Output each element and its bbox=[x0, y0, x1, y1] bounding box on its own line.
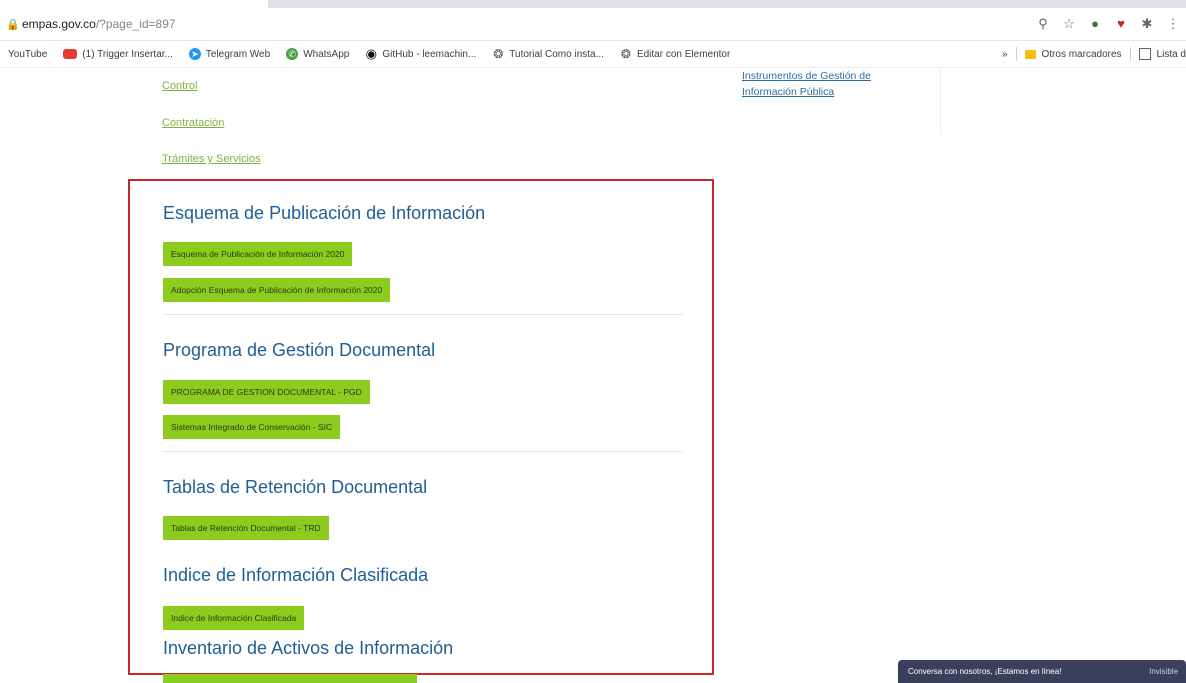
bookmark-label: (1) Trigger Insertar... bbox=[82, 48, 173, 60]
section-title-indice: Indice de Información Clasificada bbox=[163, 565, 429, 585]
lock-icon[interactable]: 🔒 bbox=[6, 18, 20, 31]
button-esquema-2020[interactable]: Esquema de Publicación de Información 20… bbox=[163, 242, 353, 266]
url-path: /?page_id=897 bbox=[95, 17, 176, 31]
divider bbox=[1129, 47, 1131, 61]
chat-status: Invisible bbox=[1149, 667, 1178, 676]
bookmark-label: Telegram Web bbox=[205, 48, 271, 60]
bookmark-telegram[interactable]: ➤ Telegram Web bbox=[188, 48, 271, 60]
link-control[interactable]: Control bbox=[162, 80, 197, 92]
button-indice-clasificada[interactable]: Indice de Información Clasificada bbox=[163, 606, 305, 630]
bookmark-label: Tutorial Como insta... bbox=[509, 48, 604, 60]
github-icon: ◉ bbox=[365, 46, 378, 61]
whatsapp-icon: ✆ bbox=[286, 48, 299, 60]
extension-icon[interactable]: ● bbox=[1082, 14, 1108, 34]
chat-widget[interactable]: Conversa con nosotros, ¡Estamos en línea… bbox=[898, 660, 1186, 683]
button-pgd[interactable]: PROGRAMA DE GESTION DOCUMENTAL - PGD bbox=[163, 380, 370, 404]
section-title-inventario: Inventario de Activos de Información bbox=[163, 638, 454, 658]
other-bookmarks-button[interactable]: Otros marcadores bbox=[1042, 49, 1122, 60]
bookmark-label: GitHub - leemachin... bbox=[382, 48, 477, 60]
bookmark-elementor[interactable]: ❂ Editar con Elementor bbox=[619, 47, 731, 61]
toolbar-icons: ⚲ ☆ ● ♥ ✱ ⋮ bbox=[1030, 14, 1186, 34]
section-title-tablas-retencion: Tablas de Retención Documental bbox=[163, 477, 428, 497]
puzzle-icon[interactable]: ✱ bbox=[1134, 14, 1160, 34]
section-title-gestion-documental: Programa de Gestión Documental bbox=[163, 340, 436, 360]
zoom-icon[interactable]: ⚲ bbox=[1030, 14, 1056, 34]
chrome-icon: ❂ bbox=[619, 47, 632, 61]
side-link-instrumentos[interactable]: Instrumentos de Gestión de bbox=[742, 70, 871, 82]
chrome-icon: ❂ bbox=[492, 47, 505, 61]
tab-strip bbox=[0, 0, 1186, 8]
address-bar[interactable]: 🔒 empas.gov.co/?page_id=897 ⚲ ☆ ● ♥ ✱ ⋮ bbox=[0, 8, 1186, 41]
reading-list-button[interactable]: Lista d bbox=[1157, 49, 1186, 60]
bookmarks-right: » Otros marcadores Lista d bbox=[1002, 41, 1186, 67]
button-sic[interactable]: Sistemas Integrado de Conservación - SIC bbox=[163, 415, 341, 439]
telegram-icon: ➤ bbox=[188, 48, 201, 60]
bookmark-youtube[interactable]: YouTube bbox=[8, 49, 47, 60]
bookmarks-bar: YouTube (1) Trigger Insertar... ➤ Telegr… bbox=[0, 41, 1186, 68]
bookmark-tutorial[interactable]: ❂ Tutorial Como insta... bbox=[492, 48, 604, 60]
bookmark-whatsapp[interactable]: ✆ WhatsApp bbox=[286, 48, 349, 60]
section-title-esquema: Esquema de Publicación de Información bbox=[163, 203, 486, 223]
bookmark-trigger[interactable]: (1) Trigger Insertar... bbox=[63, 49, 173, 60]
bookmark-label: Editar con Elementor bbox=[636, 48, 731, 60]
url-host: empas.gov.co bbox=[22, 17, 96, 31]
url-text[interactable]: empas.gov.co/?page_id=897 bbox=[22, 17, 176, 31]
extension-icon[interactable]: ♥ bbox=[1108, 14, 1134, 34]
bookmark-label: YouTube bbox=[8, 48, 48, 60]
button-adopcion-esquema-2020[interactable]: Adopción Esquema de Publicación de Infor… bbox=[163, 278, 391, 302]
button-inventario-partial[interactable] bbox=[163, 674, 417, 683]
link-tramites[interactable]: Trámites y Servicios bbox=[162, 153, 261, 165]
bookmark-label: WhatsApp bbox=[303, 48, 350, 60]
divider bbox=[1015, 47, 1017, 61]
button-trd[interactable]: Tablas de Retención Documental - TRD bbox=[163, 516, 329, 540]
bookmark-github[interactable]: ◉ GitHub - leemachin... bbox=[365, 46, 477, 61]
reading-list-icon bbox=[1138, 48, 1151, 60]
divider bbox=[163, 314, 683, 315]
menu-icon[interactable]: ⋮ bbox=[1160, 14, 1186, 34]
star-icon[interactable]: ☆ bbox=[1056, 14, 1082, 34]
chat-text: Conversa con nosotros, ¡Estamos en línea… bbox=[908, 667, 1062, 676]
side-link-informacion[interactable]: Información Pública bbox=[742, 86, 834, 98]
folder-icon bbox=[1024, 49, 1036, 59]
divider bbox=[163, 451, 683, 452]
active-tab[interactable] bbox=[0, 0, 268, 8]
link-contratacion[interactable]: Contratación bbox=[162, 117, 224, 129]
more-bookmarks-button[interactable]: » bbox=[1002, 49, 1008, 60]
youtube-icon bbox=[63, 49, 78, 59]
